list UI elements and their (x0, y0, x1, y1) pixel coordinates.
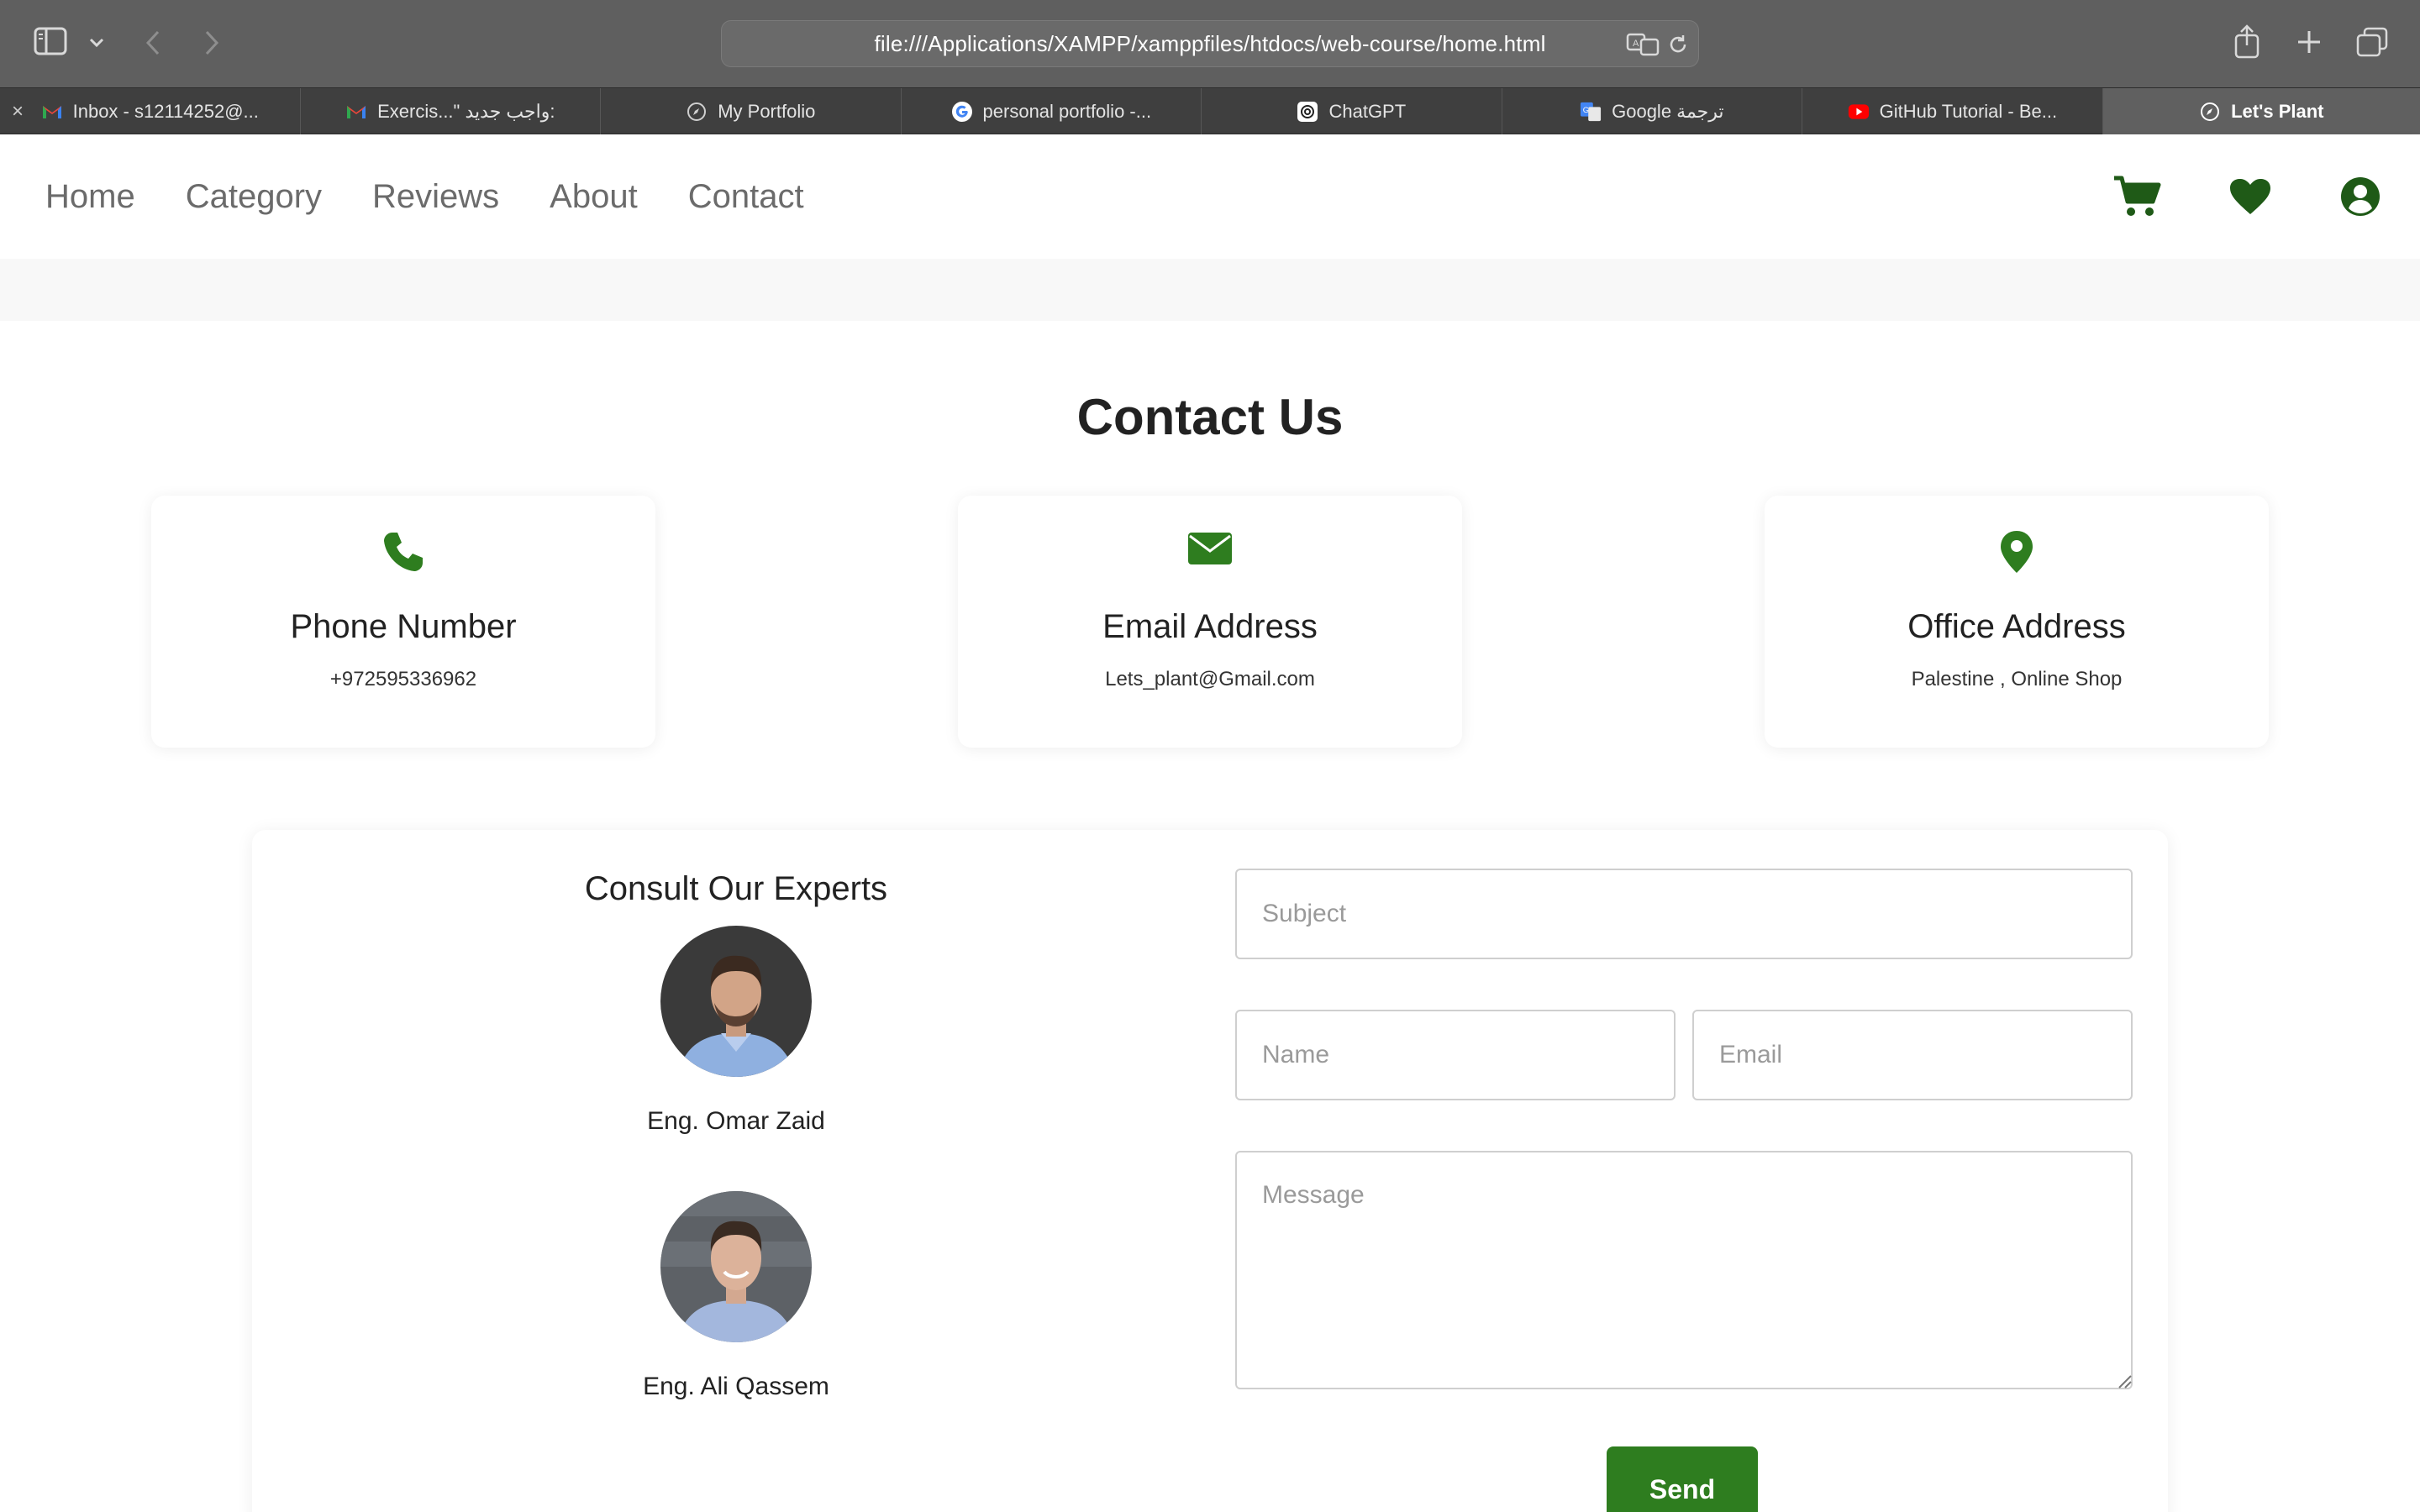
translate-icon[interactable]: A (1626, 31, 1660, 58)
email-value: Lets_plant@Gmail.com (1105, 668, 1315, 690)
gmail-icon (41, 101, 63, 123)
tab-chatgpt[interactable]: ChatGPT (1202, 88, 1502, 134)
sidebar-toggle-icon[interactable] (34, 27, 67, 55)
tab-gmail-inbox[interactable]: × Inbox - s12114252@... (0, 88, 301, 134)
chatgpt-icon (1297, 101, 1318, 123)
office-value: Palestine , Online Shop (1911, 668, 2123, 690)
avatar (660, 1191, 812, 1342)
tab-bar: × Inbox - s12114252@... Exercis..." واجب… (0, 87, 2420, 134)
heart-icon[interactable] (2228, 177, 2272, 216)
email-card: Email Address Lets_plant@Gmail.com (958, 496, 1462, 748)
resize-handle-icon[interactable] (2116, 1373, 2133, 1389)
tab-label: personal portfolio -... (982, 100, 1152, 122)
tab-label: GitHub Tutorial - Be... (1879, 100, 2058, 122)
site-navbar: Home Category Reviews About Contact (0, 134, 2420, 259)
nav-contact-link[interactable]: Contact (688, 178, 804, 216)
subject-input[interactable] (1235, 869, 2133, 959)
contact-title: Contact Us (1076, 389, 1344, 445)
phone-value: +972595336962 (329, 668, 477, 690)
chevron-down-icon[interactable] (87, 34, 106, 52)
tab-google-translate[interactable]: G Google ترجمة (1502, 88, 1803, 134)
google-icon (951, 101, 973, 123)
share-icon[interactable] (2233, 24, 2260, 59)
send-message-button[interactable]: Send Message (1607, 1446, 1758, 1512)
section-divider-band (0, 259, 2420, 321)
card-title: Office Address (1907, 608, 2126, 645)
nav-reviews-link[interactable]: Reviews (372, 178, 499, 216)
tab-gmail-exercise[interactable]: Exercis..." واجب جديد: (301, 88, 602, 134)
avatar (660, 926, 812, 1077)
tab-label: Exercis..." واجب جديد: (377, 100, 555, 122)
expert-name: Eng. Omar Zaid (647, 1107, 825, 1135)
expert-name: Eng. Ali Qassem (643, 1373, 829, 1400)
tab-overview-icon[interactable] (2356, 27, 2388, 57)
compass-icon (686, 101, 708, 123)
forward-icon[interactable] (202, 29, 222, 57)
close-tab-icon[interactable]: × (12, 100, 24, 123)
url-text: file:///Applications/XAMPP/xamppfiles/ht… (874, 30, 1546, 56)
back-icon[interactable] (143, 29, 163, 57)
tab-label: Let's Plant (2231, 100, 2324, 122)
tab-label: Inbox - s12114252@... (72, 100, 259, 122)
tab-label: My Portfolio (718, 100, 816, 122)
email-input[interactable] (1692, 1010, 2133, 1100)
envelope-icon (958, 529, 1462, 568)
user-icon[interactable] (2339, 176, 2381, 218)
compass-icon (2199, 101, 2221, 123)
map-pin-icon (1765, 529, 2269, 575)
nav-home-link[interactable]: Home (45, 178, 135, 216)
cart-icon[interactable] (2112, 175, 2161, 218)
tab-github-tutorial[interactable]: GitHub Tutorial - Be... (1802, 88, 2103, 134)
phone-card: Phone Number +972595336962 (151, 496, 655, 748)
nav-icons (2112, 134, 2381, 259)
tab-lets-plant[interactable]: Let's Plant (2102, 88, 2420, 134)
nav-about-link[interactable]: About (550, 178, 638, 216)
new-tab-icon[interactable] (2296, 29, 2323, 55)
office-card: Office Address Palestine , Online Shop (1765, 496, 2269, 748)
svg-text:G: G (1583, 105, 1589, 113)
svg-text:A: A (1633, 39, 1639, 49)
nav-links: Home Category Reviews About Contact (45, 134, 804, 259)
reload-icon[interactable] (1666, 33, 1690, 56)
tab-personal-portfolio[interactable]: personal portfolio -... (902, 88, 1202, 134)
card-title: Phone Number (290, 608, 517, 645)
browser-toolbar: file:///Applications/XAMPP/xamppfiles/ht… (0, 0, 2420, 87)
card-title: Email Address (1102, 608, 1318, 645)
tab-label: ChatGPT (1328, 100, 1407, 122)
phone-icon (151, 529, 655, 575)
tab-label: Google ترجمة (1612, 100, 1724, 122)
message-textarea[interactable] (1235, 1151, 2133, 1389)
address-bar[interactable]: file:///Applications/XAMPP/xamppfiles/ht… (721, 20, 1699, 67)
youtube-icon (1848, 101, 1870, 123)
tab-my-portfolio[interactable]: My Portfolio (601, 88, 902, 134)
experts-title: Consult Our Experts (584, 870, 888, 907)
google-translate-icon: G (1580, 101, 1602, 123)
nav-category-link[interactable]: Category (186, 178, 322, 216)
gmail-icon (345, 101, 367, 123)
name-input[interactable] (1235, 1010, 1676, 1100)
